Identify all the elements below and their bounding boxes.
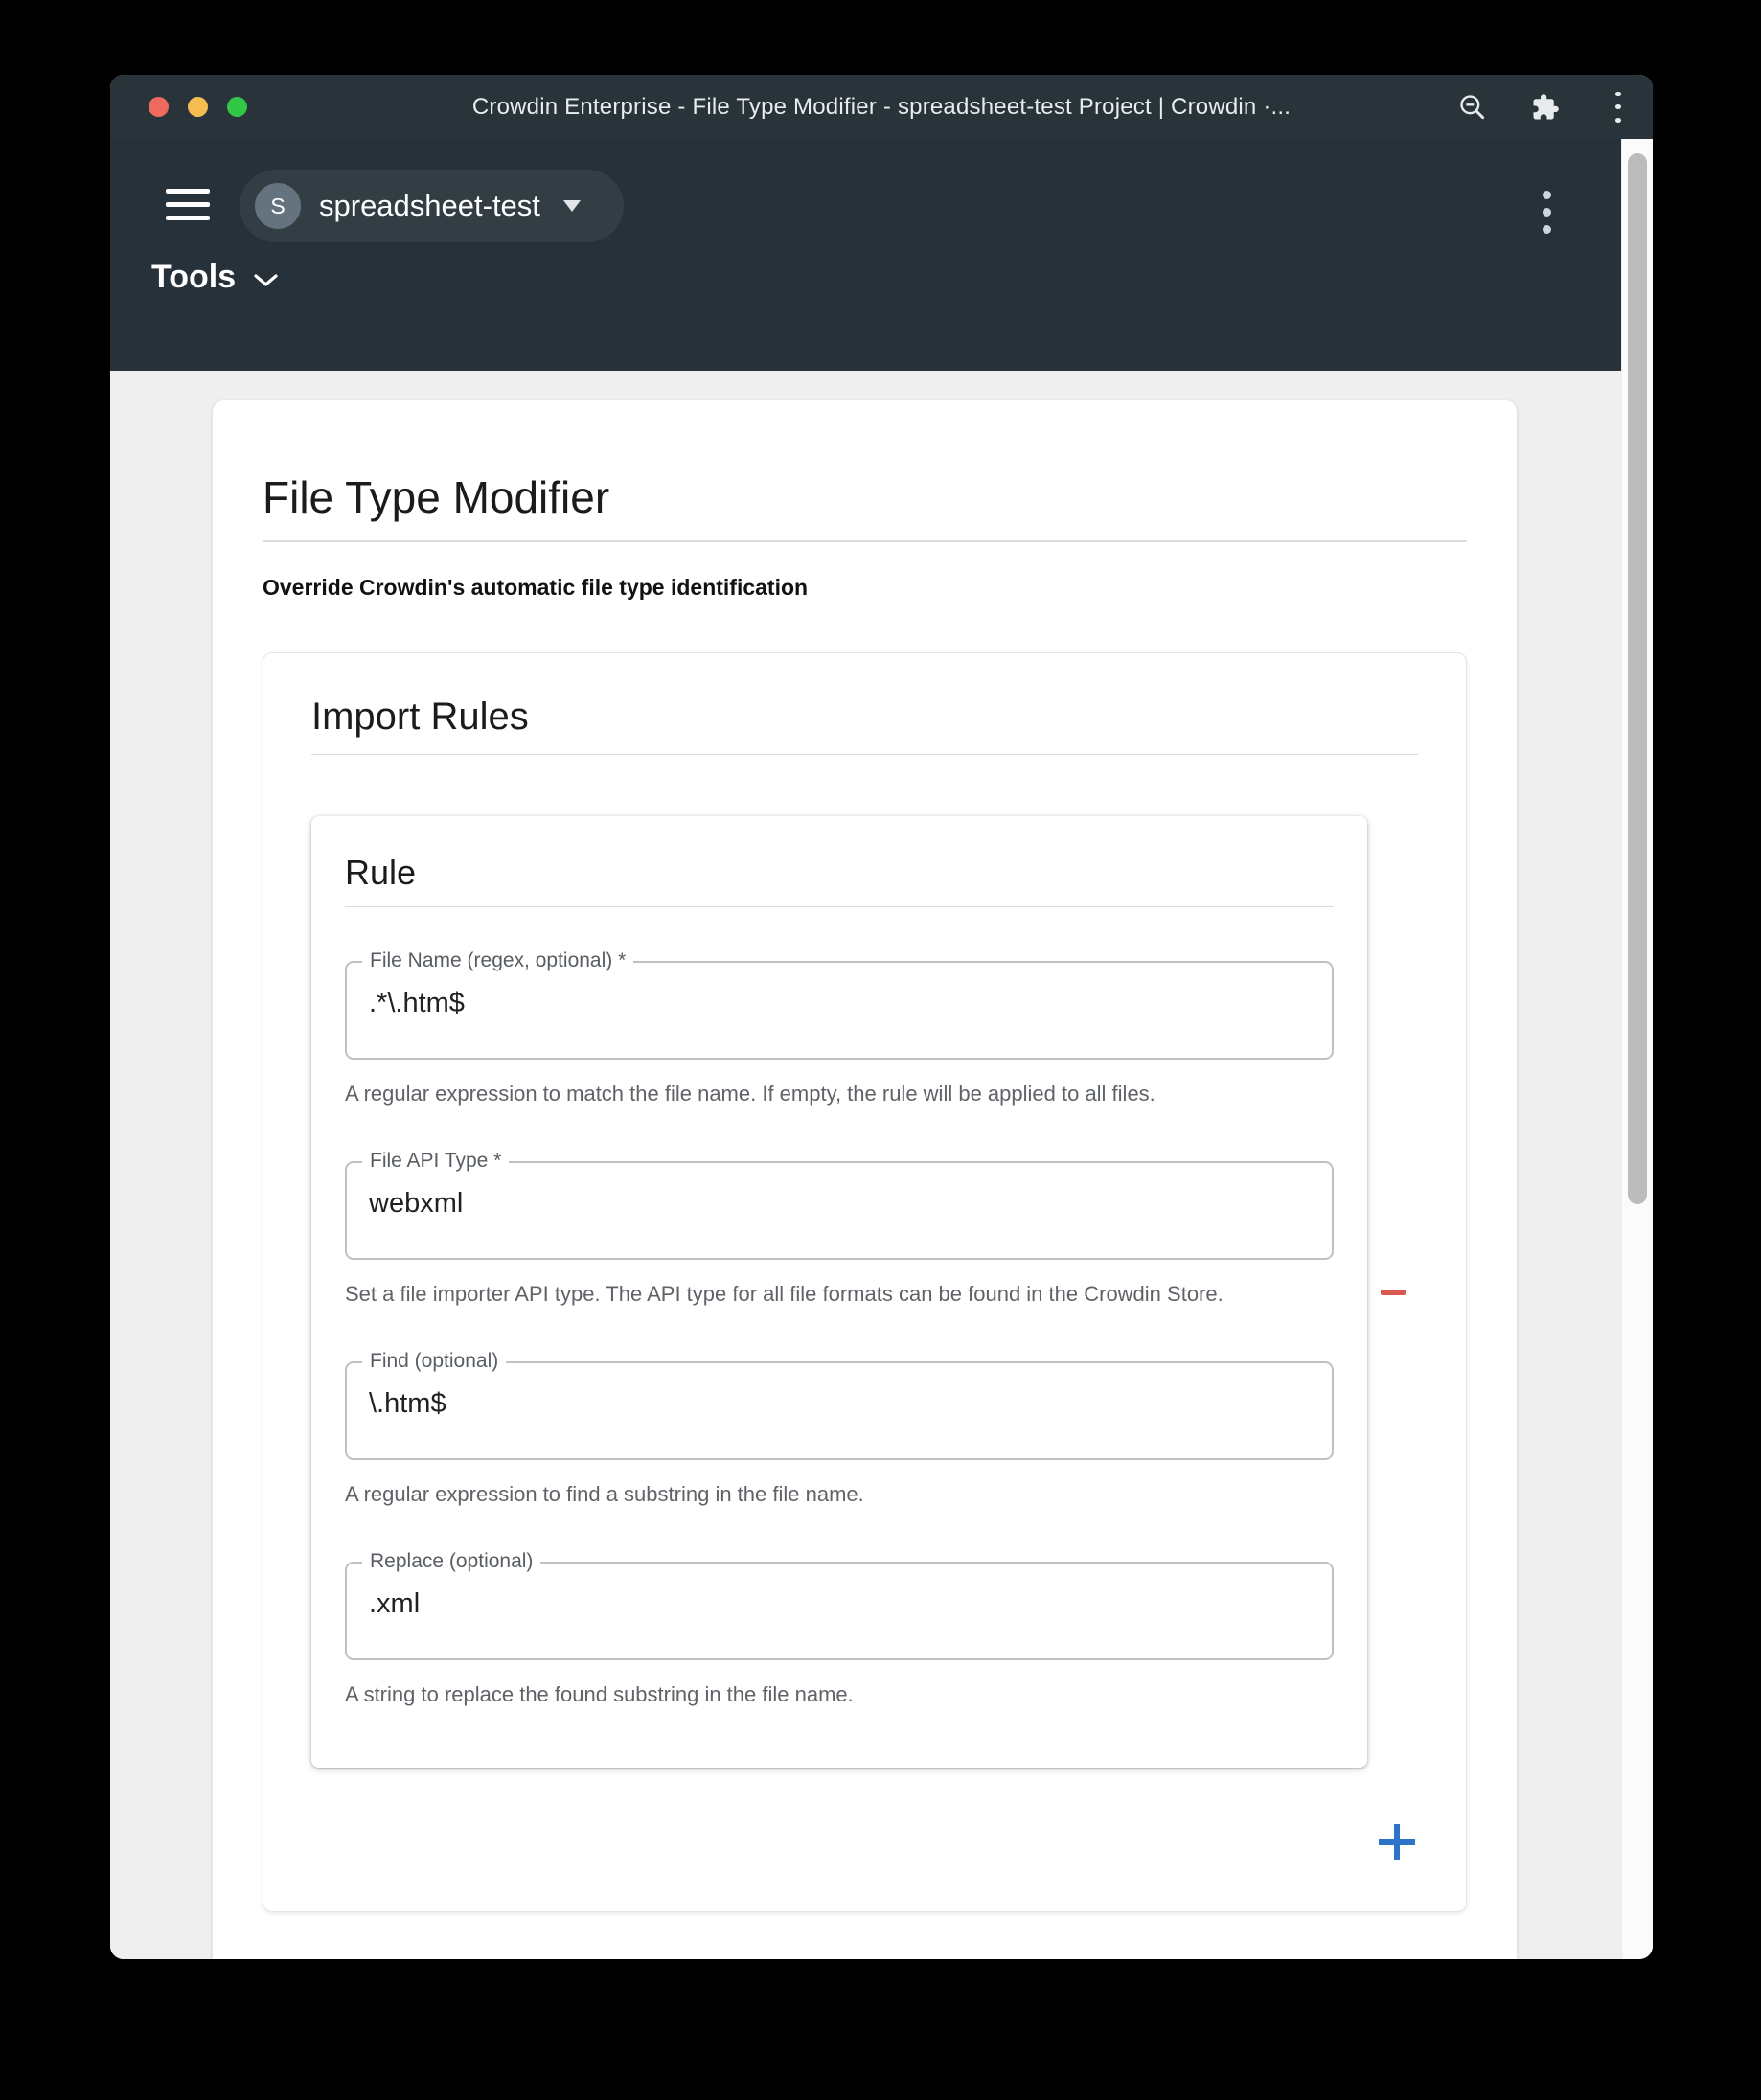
rule-title: Rule (345, 853, 1334, 893)
import-rules-title: Import Rules (311, 696, 1418, 739)
screenshot-stage: Crowdin Enterprise - File Type Modifier … (0, 0, 1761, 2100)
project-avatar: S (255, 183, 301, 229)
replace-field-box: Replace (optional) .xml (345, 1562, 1334, 1660)
file-name-helper: A regular expression to match the file n… (345, 1075, 1313, 1113)
app-header: S spreadsheet-test Tools (110, 139, 1653, 371)
file-name-field-box: File Name (regex, optional) * .*\.htm$ (345, 961, 1334, 1060)
scrollbar-thumb[interactable] (1628, 153, 1647, 1204)
file-name-input[interactable]: .*\.htm$ (347, 963, 1332, 1058)
hamburger-icon[interactable] (166, 189, 210, 220)
add-rule-row (311, 1821, 1418, 1863)
remove-rule-button[interactable] (1371, 1270, 1415, 1314)
caret-down-icon (563, 200, 581, 212)
plus-icon (1376, 1821, 1418, 1863)
import-rules-card: Import Rules Rule File Name (regex, opti… (263, 652, 1467, 1912)
page-background: File Type Modifier Override Crowdin's au… (110, 371, 1653, 1959)
browser-window: Crowdin Enterprise - File Type Modifier … (110, 75, 1653, 1959)
file-api-type-helper: Set a file importer API type. The API ty… (345, 1275, 1313, 1313)
project-selector[interactable]: S spreadsheet-test (240, 170, 624, 242)
replace-input[interactable]: .xml (347, 1564, 1332, 1658)
replace-helper: A string to replace the found substring … (345, 1676, 1313, 1714)
browser-menu-kebab-icon[interactable] (1603, 92, 1634, 123)
page-subtitle: Override Crowdin's automatic file type i… (263, 575, 1467, 601)
title-divider (263, 540, 1467, 542)
find-input[interactable]: \.htm$ (347, 1363, 1332, 1458)
field-find: Find (optional) \.htm$ A regular express… (345, 1361, 1334, 1514)
minus-icon (1381, 1290, 1406, 1295)
header-kebab-menu-icon[interactable] (1537, 189, 1557, 236)
find-field-box: Find (optional) \.htm$ (345, 1361, 1334, 1460)
file-api-type-input[interactable]: webxml (347, 1163, 1332, 1258)
file-type-modifier-page: File Type Modifier Override Crowdin's au… (213, 400, 1517, 1959)
page-title: File Type Modifier (263, 471, 1467, 523)
add-rule-button[interactable] (1376, 1821, 1418, 1863)
remove-rule-gutter (1367, 1270, 1418, 1314)
zoom-out-icon[interactable] (1457, 92, 1488, 123)
rule-divider (345, 906, 1334, 907)
rule-row: Rule File Name (regex, optional) * .*\.h… (311, 816, 1418, 1768)
project-name: spreadsheet-test (319, 189, 540, 223)
field-file-name: File Name (regex, optional) * .*\.htm$ A… (345, 961, 1334, 1113)
find-helper: A regular expression to find a substring… (345, 1475, 1313, 1514)
file-api-type-field-box: File API Type * webxml (345, 1161, 1334, 1260)
titlebar-icons (1457, 75, 1634, 139)
chevron-down-icon (253, 273, 279, 288)
title-bar: Crowdin Enterprise - File Type Modifier … (110, 75, 1653, 139)
window-title: Crowdin Enterprise - File Type Modifier … (110, 75, 1653, 139)
rule-card: Rule File Name (regex, optional) * .*\.h… (311, 816, 1367, 1768)
field-replace: Replace (optional) .xml A string to repl… (345, 1562, 1334, 1714)
scrollbar-track[interactable] (1621, 139, 1653, 1959)
import-rules-divider (311, 754, 1418, 755)
field-file-api-type: File API Type * webxml Set a file import… (345, 1161, 1334, 1313)
puzzle-extension-icon[interactable] (1530, 92, 1561, 123)
tools-label: Tools (151, 259, 236, 296)
tools-nav-dropdown[interactable]: Tools (151, 259, 279, 296)
